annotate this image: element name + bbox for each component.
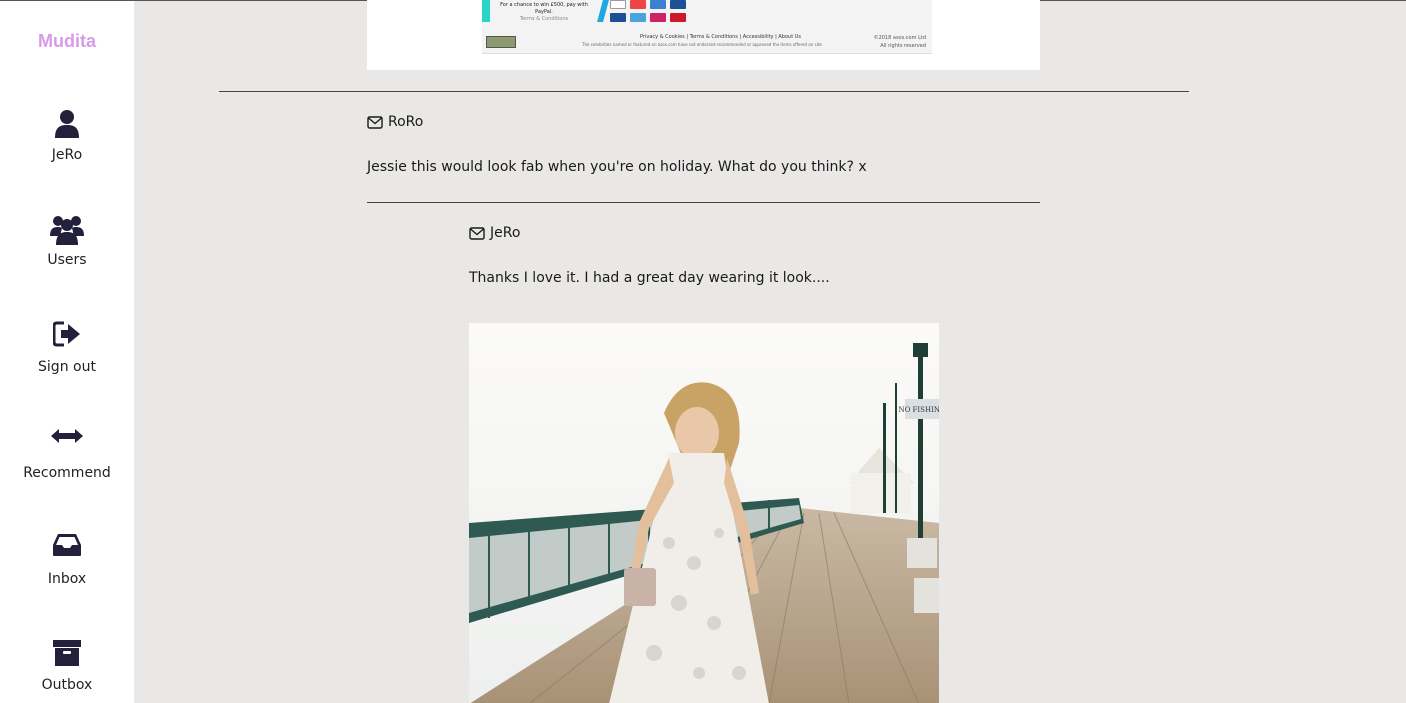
reply-photo: NO FISHING [469,323,939,703]
inbox-icon [0,533,134,567]
sidebar-item-label: Recommend [23,465,111,481]
sidebar-item-users[interactable]: Users [0,214,134,268]
main-content: For a chance to win £500, pay with PayPa… [134,0,1406,703]
product-screenshot: For a chance to win £500, pay with PayPa… [367,0,1040,70]
user-icon [0,109,134,143]
sign-out-icon [0,321,134,355]
reply-text: Thanks I love it. I had a great day wear… [469,270,830,286]
divider [367,202,1040,203]
sidebar-item-inbox[interactable]: Inbox [0,533,134,587]
sidebar-item-outbox[interactable]: Outbox [0,639,134,693]
sidebar-item-recommend[interactable]: Recommend [0,427,134,481]
sidebar-item-label: Outbox [41,677,93,693]
arrows-horizontal-icon [0,427,134,461]
author-name: RoRo [388,114,424,130]
footer-disclaimer: The celebrities named or featured on aso… [582,42,822,47]
sidebar-item-label: Sign out [38,359,96,375]
sidebar-item-profile[interactable]: JeRo [0,109,134,163]
users-icon [0,214,134,248]
footer-copyright: ©2018 asos.com Ltd All rights reserved [873,35,926,49]
sidebar-item-sign-out[interactable]: Sign out [0,321,134,375]
envelope-icon [367,115,383,129]
sidebar-item-label: JeRo [51,147,83,163]
author-name: JeRo [490,225,521,241]
promo-text: For a chance to win £500, pay with PayPa… [500,2,588,22]
envelope-icon [469,226,485,240]
payment-cards-icon [610,0,690,26]
footer-links: Privacy & Cookies | Terms & Conditions |… [640,34,802,40]
message-author[interactable]: RoRo [367,114,423,130]
photo-sign: NO FISHING [898,406,939,414]
reply-author[interactable]: JeRo [469,225,520,241]
brand-logo[interactable]: Mudita [0,31,134,52]
site-footer-image: For a chance to win £500, pay with PayPa… [482,0,932,54]
message-text: Jessie this would look fab when you're o… [367,159,867,175]
archive-icon [0,639,134,673]
sidebar: Mudita JeRo Users Sign out Recommend Inb… [0,1,134,703]
sidebar-item-label: Users [47,252,87,268]
trust-logo [486,36,516,48]
divider [219,91,1189,92]
sidebar-item-label: Inbox [47,571,87,587]
